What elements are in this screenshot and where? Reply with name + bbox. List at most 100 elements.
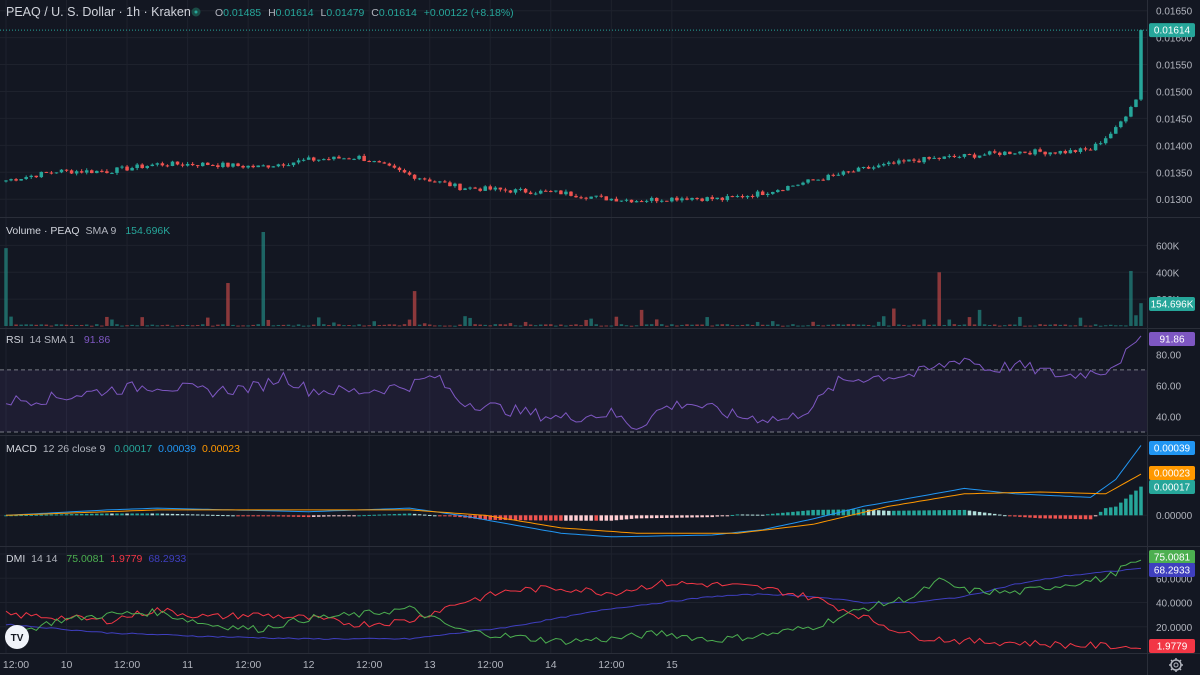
- macd-histogram-bar: [614, 515, 619, 521]
- volume-bar: [453, 325, 457, 327]
- dmi-tick-label: 40.0000: [1156, 599, 1193, 610]
- macd-histogram-bar: [579, 515, 583, 521]
- candle-body: [957, 156, 962, 158]
- candle-body: [105, 171, 109, 173]
- macd-histogram-bar: [44, 514, 49, 516]
- candle-body: [1053, 152, 1058, 154]
- volume-bar: [791, 324, 795, 326]
- volume-bar: [1058, 324, 1063, 326]
- rsi-legend[interactable]: RSI 14 SMA 1 91.86: [6, 334, 110, 346]
- volume-bar: [690, 324, 694, 326]
- macd-histogram-bar: [876, 510, 881, 516]
- tradingview-logo[interactable]: TV: [5, 625, 29, 649]
- macd-histogram-bar: [634, 515, 639, 519]
- candle-body: [695, 197, 699, 199]
- candle-body: [665, 200, 669, 202]
- rsi-band: [0, 369, 1147, 432]
- symbol-legend[interactable]: PEAQ / U. S. Dollar · 1h · Kraken O0.014…: [6, 5, 514, 19]
- volume-legend[interactable]: Volume · PEAQ SMA 9 154.696K: [6, 225, 170, 237]
- candle-body: [554, 190, 558, 192]
- macd-histogram-bar: [1058, 515, 1063, 519]
- volume-bar: [64, 324, 69, 326]
- candle-body: [1129, 106, 1133, 117]
- candle-body: [801, 182, 805, 185]
- candle-body: [9, 179, 13, 181]
- volume-bar: [543, 324, 548, 326]
- candle-body: [226, 162, 230, 167]
- candle-body: [846, 171, 851, 173]
- volume-bar: [841, 324, 846, 326]
- macd-histogram-bar: [195, 514, 200, 516]
- volume-bar: [720, 324, 725, 326]
- candle-body: [100, 170, 104, 172]
- volume-bar: [74, 324, 79, 326]
- volume-bar: [765, 324, 770, 326]
- chart-canvas[interactable]: 0.016500.016000.015500.015000.014500.014…: [0, 0, 1200, 675]
- macd-histogram-bar: [352, 515, 356, 517]
- candle-body: [876, 165, 881, 168]
- macd-histogram-bar: [231, 515, 235, 517]
- macd-histogram-bar: [89, 513, 94, 516]
- volume-bar: [44, 324, 49, 326]
- macd-histogram-bar: [871, 509, 876, 516]
- volume-bar: [1018, 316, 1022, 326]
- macd-histogram-bar: [291, 515, 296, 517]
- volume-bar: [705, 317, 709, 326]
- macd-histogram-bar: [135, 513, 139, 516]
- candle-body: [145, 166, 150, 168]
- volume-bar: [710, 325, 714, 327]
- candle-body: [1124, 116, 1128, 122]
- volume-bar: [286, 324, 291, 326]
- macd-histogram-bar: [160, 513, 165, 516]
- candle-body: [675, 197, 679, 201]
- macd-histogram-bar: [286, 515, 291, 517]
- macd-histogram-bar: [654, 515, 659, 519]
- symbol-title[interactable]: PEAQ / U. S. Dollar · 1h · Kraken: [6, 5, 191, 19]
- candle-body: [922, 157, 926, 163]
- volume-bar: [967, 317, 972, 326]
- candle-body: [564, 191, 568, 195]
- volume-bar: [624, 325, 629, 327]
- candle-body: [433, 181, 437, 183]
- volume-bar: [1048, 324, 1052, 326]
- volume-bar: [816, 324, 820, 326]
- candle-body: [599, 195, 604, 197]
- volume-bar: [518, 325, 523, 327]
- macd-histogram-bar: [1098, 511, 1103, 516]
- candle-body: [654, 197, 659, 202]
- volume-bar: [19, 324, 23, 326]
- volume-bar: [992, 324, 997, 326]
- volume-bar: [185, 324, 190, 326]
- macd-histogram-bar: [377, 514, 382, 516]
- time-tick-label: 12:00: [114, 659, 140, 671]
- volume-bar: [1103, 325, 1108, 327]
- macd-histogram-bar: [922, 510, 926, 516]
- volume-bar: [448, 325, 452, 327]
- macd-histogram-bar: [639, 515, 644, 519]
- dmi-legend[interactable]: DMI 14 14 75.0081 1.9779 68.2933: [6, 553, 186, 565]
- macd-histogram-bar: [942, 510, 947, 516]
- volume-bar: [165, 324, 170, 326]
- candle-body: [851, 171, 856, 173]
- macd-histogram-bar: [125, 513, 129, 516]
- volume-bar: [422, 323, 427, 326]
- candle-body: [866, 166, 871, 169]
- candle-body: [1023, 151, 1027, 153]
- macd-histogram-bar: [533, 515, 538, 521]
- volume-bar: [1003, 325, 1007, 327]
- candle-body: [39, 171, 44, 178]
- macd-histogram-bar: [574, 515, 578, 521]
- macd-histogram-bar: [927, 510, 931, 516]
- candle-body: [710, 197, 714, 200]
- candle-body: [412, 174, 417, 179]
- macd-zero-tick: 0.00000: [1156, 511, 1193, 522]
- market-status-icon[interactable]: [191, 7, 201, 17]
- candle-body: [54, 172, 59, 174]
- macd-histogram-bar: [256, 515, 260, 517]
- candle-body: [342, 158, 346, 160]
- macd-histogram-bar: [1003, 515, 1007, 517]
- macd-histogram-bar: [392, 514, 397, 516]
- candle-body: [796, 184, 800, 186]
- candle-body: [185, 163, 190, 166]
- candle-body: [422, 178, 427, 180]
